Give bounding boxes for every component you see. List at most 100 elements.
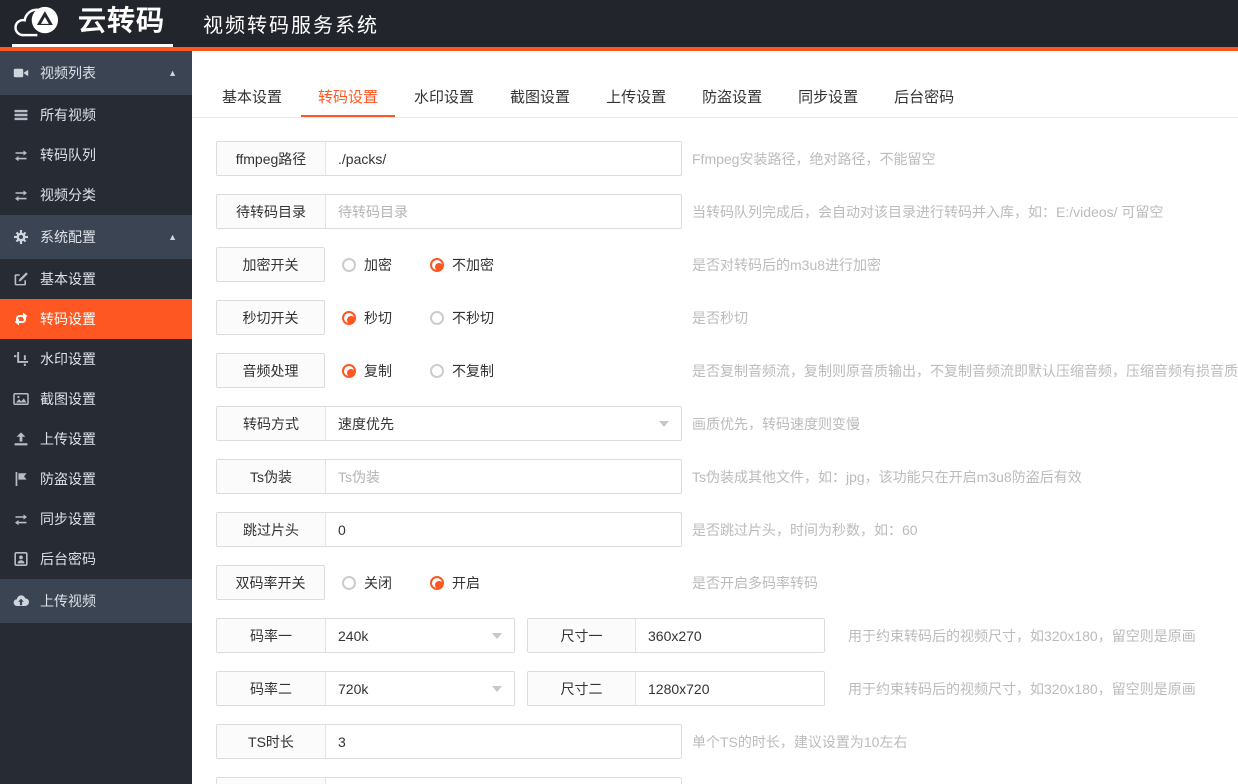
field-label: 加密开关: [216, 247, 325, 282]
field-hint: 是否跳过片头，时间为秒数，如：60: [692, 521, 918, 538]
settings-tabs: 基本设置 转码设置 水印设置 截图设置 上传设置 防盗设置 同步设置 后台密码: [192, 81, 1238, 118]
sidebar-item-upload-settings[interactable]: 上传设置: [0, 419, 192, 459]
form-row: 转码方式 速度优先 画质优先，转码速度则变慢: [216, 406, 1238, 441]
transcode-settings-form: ffmpeg路径 Ffmpeg安装路径，绝对路径，不能留空 待转码目录 当转码队…: [192, 118, 1238, 784]
sidebar-item-transcode-settings[interactable]: 转码设置: [0, 299, 192, 339]
tab-screenshot-settings[interactable]: 截图设置: [493, 81, 587, 117]
sidebar-item-label: 防盗设置: [40, 471, 96, 487]
radio-no-encrypt[interactable]: 不加密: [430, 255, 494, 275]
swap-arrows-icon: [13, 147, 30, 163]
field-label: TS时长: [217, 725, 326, 758]
tab-watermark-settings[interactable]: 水印设置: [397, 81, 491, 117]
tab-basic-settings[interactable]: 基本设置: [205, 81, 299, 117]
dropdown-arrow-icon: [492, 685, 502, 692]
sidebar-item-label: 截图设置: [40, 391, 96, 407]
sidebar-item-sync-settings[interactable]: 同步设置: [0, 499, 192, 539]
sidebar-item-all-videos[interactable]: 所有视频: [0, 95, 192, 135]
sidebar-item-upload-video[interactable]: 上传视频: [0, 579, 192, 623]
select-value: 速度优先: [338, 415, 394, 432]
sidebar-item-label: 同步设置: [40, 511, 96, 527]
radio-on-icon[interactable]: [430, 257, 444, 272]
clipped-input[interactable]: [326, 778, 681, 784]
sidebar-item-admin-password[interactable]: 后台密码: [0, 539, 192, 579]
radio-off-icon[interactable]: [430, 363, 444, 378]
size-2-input[interactable]: [636, 672, 824, 705]
sidebar-item-label: 水印设置: [40, 351, 96, 367]
size-1-input[interactable]: [636, 619, 824, 652]
sidebar-item-video-list[interactable]: 视频列表 ▲: [0, 51, 192, 95]
tab-upload-settings[interactable]: 上传设置: [589, 81, 683, 117]
radio-no-copy-audio[interactable]: 不复制: [430, 361, 494, 381]
select-value: 240k: [338, 627, 369, 644]
form-row: 跳过片头 是否跳过片头，时间为秒数，如：60: [216, 512, 1238, 547]
field-hint: 是否对转码后的m3u8进行加密: [692, 256, 882, 273]
field-label: 跳过片头: [217, 513, 326, 546]
tab-antitheft-settings[interactable]: 防盗设置: [685, 81, 779, 117]
field-hint: 当转码队列完成后，会自动对该目录进行转码并入库，如：E:/videos/ 可留空: [692, 203, 1164, 220]
list-icon: [13, 107, 30, 123]
radio-off-icon[interactable]: [342, 257, 356, 272]
field-label: 码率二: [217, 672, 326, 705]
radio-no-fastcut[interactable]: 不秒切: [430, 308, 494, 328]
tab-admin-password[interactable]: 后台密码: [877, 81, 971, 117]
id-card-icon: [13, 551, 30, 567]
upload-icon: [13, 431, 30, 447]
radio-dual-off[interactable]: 关闭: [342, 573, 392, 593]
form-row: 加密开关 加密 不加密 是否对转码后的m3u8进行加密: [216, 247, 1238, 282]
form-row: 双码率开关 关闭 开启 是否开启多码率转码: [216, 565, 1238, 600]
field-hint: 是否秒切: [692, 309, 748, 326]
field-label: 双码率开关: [216, 565, 325, 600]
bitrate-2-select[interactable]: 720k: [326, 672, 514, 705]
sidebar-item-label: 转码设置: [40, 311, 96, 327]
gear-icon: [13, 229, 30, 245]
ffmpeg-path-input[interactable]: [326, 142, 681, 175]
radio-off-icon[interactable]: [342, 575, 356, 590]
bitrate-1-select[interactable]: 240k: [326, 619, 514, 652]
radio-dual-on[interactable]: 开启: [430, 573, 480, 593]
form-row: 码率二 720k 尺寸二 用于约束转码后的视频尺寸，如320x180，留空则是原…: [216, 671, 1238, 706]
radio-fastcut[interactable]: 秒切: [342, 308, 392, 328]
field-label: 秒切开关: [216, 300, 325, 335]
radio-encrypt[interactable]: 加密: [342, 255, 392, 275]
field-hint: Ts伪装成其他文件，如：jpg，该功能只在开启m3u8防盗后有效: [692, 468, 1082, 485]
tab-sync-settings[interactable]: 同步设置: [781, 81, 875, 117]
field-label: 尺寸一: [528, 619, 636, 652]
tab-transcode-settings[interactable]: 转码设置: [301, 81, 396, 117]
sidebar-item-screenshot-settings[interactable]: 截图设置: [0, 379, 192, 419]
radio-on-icon[interactable]: [342, 363, 356, 378]
pending-dir-input[interactable]: [326, 195, 681, 228]
sidebar-item-watermark-settings[interactable]: 水印设置: [0, 339, 192, 379]
collapse-arrow-icon[interactable]: ▲: [168, 232, 177, 242]
field-hint: 是否开启多码率转码: [692, 574, 818, 591]
sidebar-item-label: 上传视频: [40, 593, 96, 609]
form-row: [216, 777, 1238, 784]
edit-icon: [13, 271, 30, 287]
form-row: 待转码目录 当转码队列完成后，会自动对该目录进行转码并入库，如：E:/video…: [216, 194, 1238, 229]
collapse-arrow-icon[interactable]: ▲: [168, 68, 177, 78]
radio-off-icon[interactable]: [430, 310, 444, 325]
app-title: 视频转码服务系统: [203, 15, 380, 37]
sidebar-item-transcode-queue[interactable]: 转码队列: [0, 135, 192, 175]
radio-on-icon[interactable]: [430, 575, 444, 590]
sidebar-item-basic-settings[interactable]: 基本设置: [0, 259, 192, 299]
cloud-upload-icon: [13, 593, 30, 609]
field-label: 音频处理: [216, 353, 325, 388]
swap-arrows-icon: [13, 511, 30, 527]
skip-intro-input[interactable]: [326, 513, 681, 546]
app-logo: 云转码: [12, 0, 174, 47]
sidebar: 视频列表 ▲ 所有视频 转码队列 视频分类 系统配置 ▲ 基本设置 转码设置 水…: [0, 51, 192, 784]
sidebar-item-video-category[interactable]: 视频分类: [0, 175, 192, 215]
field-hint: 用于约束转码后的视频尺寸，如320x180，留空则是原画: [848, 627, 1196, 644]
image-icon: [13, 391, 30, 407]
logo-text: 云转码: [78, 5, 166, 36]
radio-copy-audio[interactable]: 复制: [342, 361, 392, 381]
ts-disguise-input[interactable]: [326, 460, 681, 493]
dropdown-arrow-icon: [492, 632, 502, 639]
transcode-mode-select[interactable]: 速度优先: [326, 407, 681, 440]
sidebar-item-antitheft-settings[interactable]: 防盗设置: [0, 459, 192, 499]
ts-duration-input[interactable]: [326, 725, 681, 758]
sidebar-item-system-config[interactable]: 系统配置 ▲: [0, 215, 192, 259]
field-label: ffmpeg路径: [217, 142, 326, 175]
radio-on-icon[interactable]: [342, 310, 356, 325]
form-row: 秒切开关 秒切 不秒切 是否秒切: [216, 300, 1238, 335]
